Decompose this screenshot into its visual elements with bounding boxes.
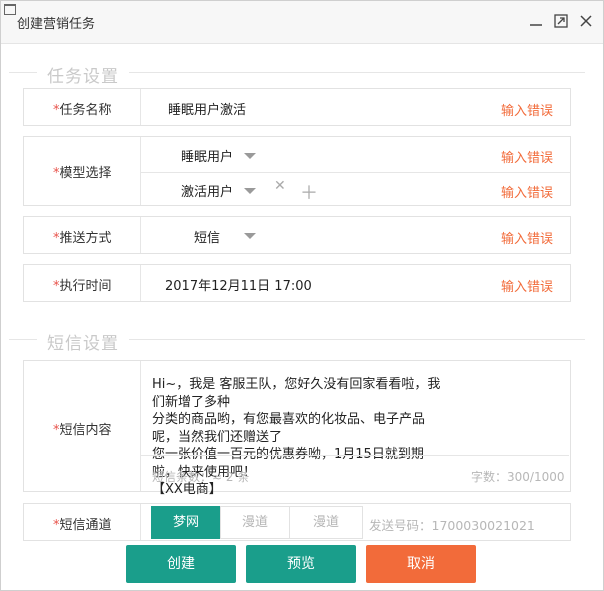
channel-option-1[interactable]: 梦网 (151, 506, 221, 539)
model-select-label: *模型选择 (53, 166, 112, 181)
push-method-label: *推送方式 (53, 231, 112, 246)
model-2-error: 输入错误 (501, 186, 554, 201)
model-select-1[interactable]: 睡眠用户 (181, 146, 233, 165)
channel-option-2[interactable]: 漫道 (220, 506, 290, 539)
chevron-down-icon[interactable] (244, 153, 256, 159)
dialog-window: 创建营销任务 任务设置 *任务名称 睡眠用户激活 输入错误 *模型选择 睡眠用户… (0, 0, 604, 591)
sender-number: 发送号码：1700030021021 (369, 518, 535, 533)
title-bar: 创建营销任务 (1, 1, 603, 44)
channel-option-3[interactable]: 漫道 (289, 506, 363, 539)
exec-time-error: 输入错误 (501, 280, 554, 295)
cancel-button[interactable]: 取消 (366, 545, 476, 583)
model-select-2[interactable]: 激活用户 (181, 181, 233, 200)
sms-channel-row: *短信通道 梦网 漫道 漫道 发送号码：1700030021021 (23, 503, 571, 541)
maximize-icon[interactable] (552, 12, 570, 30)
sms-channel-label: *短信通道 (53, 518, 112, 533)
exec-time-row: *执行时间 2017年12月11日 17:00 输入错误 (23, 264, 571, 302)
model-1-error: 输入错误 (501, 151, 554, 166)
add-icon[interactable]: ＋ (300, 179, 318, 205)
push-method-error: 输入错误 (501, 232, 554, 247)
window-title: 创建营销任务 (17, 17, 96, 32)
task-name-input[interactable]: 睡眠用户激活 (168, 99, 246, 118)
section-divider (129, 339, 585, 340)
sms-count: 短信条数：≈ 2 条 (152, 470, 250, 484)
section-divider (129, 72, 585, 73)
task-name-error: 输入错误 (501, 104, 554, 119)
push-method-row: *推送方式 短信 输入错误 (23, 216, 571, 254)
section-title-task: 任务设置 (47, 67, 119, 87)
exec-time-label: *执行时间 (53, 279, 112, 294)
push-method-select[interactable]: 短信 (194, 227, 220, 246)
task-name-label: *任务名称 (53, 103, 112, 118)
window-icon (4, 4, 16, 15)
model-select-row: *模型选择 睡眠用户 输入错误 激活用户 ✕ ＋ 输入错误 (23, 136, 571, 206)
task-name-row: *任务名称 睡眠用户激活 输入错误 (23, 88, 571, 126)
sms-content-label: *短信内容 (53, 423, 112, 438)
section-title-sms: 短信设置 (47, 334, 119, 354)
close-icon[interactable] (577, 12, 595, 30)
chevron-down-icon[interactable] (244, 188, 256, 194)
sms-content-row: *短信内容 Hi~，我是 客服王队，您好久没有回家看看啦，我们新增了多种 分类的… (23, 360, 571, 497)
create-button[interactable]: 创建 (126, 545, 236, 583)
section-divider (9, 339, 37, 340)
section-divider (9, 72, 37, 73)
char-count: 字数：300/1000 (471, 470, 565, 484)
chevron-down-icon[interactable] (244, 233, 256, 239)
minimize-icon[interactable] (527, 12, 545, 30)
exec-time-input[interactable]: 2017年12月11日 17:00 (165, 275, 312, 294)
preview-button[interactable]: 预览 (246, 545, 356, 583)
remove-icon[interactable]: ✕ (274, 178, 286, 194)
